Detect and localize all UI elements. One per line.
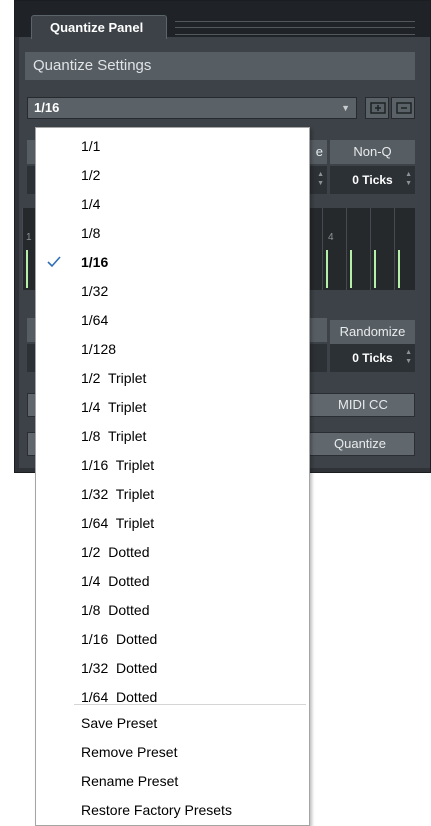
grid-line xyxy=(346,208,347,290)
menu-item-label: 1/64 Dotted xyxy=(81,689,158,705)
randomize-field[interactable]: 0 Ticks ▲ ▼ xyxy=(330,344,415,372)
menu-item[interactable]: 1/64 Triplet xyxy=(37,509,309,538)
menu-item[interactable]: 1/1 xyxy=(37,132,309,161)
menu-item[interactable]: 1/8 Triplet xyxy=(37,422,309,451)
grid-line xyxy=(370,208,371,290)
menu-action-item[interactable]: Rename Preset xyxy=(37,767,309,796)
menu-item[interactable]: 1/64 Dotted xyxy=(37,683,309,712)
menu-item[interactable]: 1/32 Dotted xyxy=(37,654,309,683)
store-preset-button[interactable] xyxy=(365,97,389,119)
menu-item-label: 1/1 xyxy=(81,138,101,154)
grid-tick xyxy=(26,250,28,288)
menu-item-label: 1/16 xyxy=(81,254,109,270)
menu-item-label: 1/8 Dotted xyxy=(81,602,150,618)
non-q-value: 0 Ticks xyxy=(352,173,393,187)
quantize-settings-header[interactable]: Quantize Settings xyxy=(25,52,415,80)
menu-item-label: 1/32 xyxy=(81,283,109,299)
menu-item[interactable]: 1/2 Dotted xyxy=(37,538,309,567)
panel-titlebar: Quantize Panel X xyxy=(15,1,430,39)
grid-line xyxy=(322,208,323,290)
menu-item-label: 1/2 Triplet xyxy=(81,370,147,386)
remove-preset-button[interactable] xyxy=(391,97,415,119)
menu-item[interactable]: 1/32 Triplet xyxy=(37,480,309,509)
grid-tick xyxy=(374,250,376,288)
menu-item-label: 1/64 xyxy=(81,312,109,328)
menu-item-label: 1/16 Dotted xyxy=(81,631,158,647)
randomize-spin-icon[interactable]: ▲ ▼ xyxy=(405,348,412,366)
menu-action-label: Remove Preset xyxy=(81,744,178,760)
quantize-label: Quantize xyxy=(334,436,387,451)
randomize-header: Randomize xyxy=(330,320,415,344)
menu-item-label: 1/4 Triplet xyxy=(81,399,147,415)
grid-line xyxy=(394,208,395,290)
menu-action-item[interactable]: Save Preset xyxy=(37,709,309,738)
menu-item-label: 1/4 Dotted xyxy=(81,573,150,589)
menu-item-label: 1/64 Triplet xyxy=(81,515,155,531)
menu-item-label: 1/8 xyxy=(81,225,101,241)
menu-item[interactable]: 1/16 Dotted xyxy=(37,625,309,654)
menu-item-label: 1/2 Dotted xyxy=(81,544,150,560)
tab-quantize-panel[interactable]: Quantize Panel xyxy=(31,15,167,39)
remove-preset-icon xyxy=(396,102,412,114)
menu-item-label: 1/32 Triplet xyxy=(81,486,155,502)
menu-item-label: 1/128 xyxy=(81,341,117,357)
menu-item[interactable]: 1/4 Triplet xyxy=(37,393,309,422)
menu-item-label: 1/2 xyxy=(81,167,101,183)
menu-item[interactable]: 1/4 xyxy=(37,190,309,219)
swing-header-label: e xyxy=(315,144,323,159)
grid-marker-mid: 4 xyxy=(328,232,334,243)
menu-item[interactable]: 1/16 Triplet xyxy=(37,451,309,480)
menu-separator xyxy=(74,704,306,705)
menu-item[interactable]: 1/32 xyxy=(37,277,309,306)
panel-grip[interactable] xyxy=(175,21,415,35)
checkmark-icon xyxy=(47,256,61,268)
non-q-field[interactable]: 0 Ticks ▲ ▼ xyxy=(330,166,415,194)
menu-item[interactable]: 1/2 Triplet xyxy=(37,364,309,393)
non-q-header: Non-Q xyxy=(330,140,415,164)
menu-action-label: Rename Preset xyxy=(81,773,179,789)
menu-item[interactable]: 1/128 xyxy=(37,335,309,364)
midi-cc-label: MIDI CC xyxy=(338,397,388,412)
menu-item[interactable]: 1/8 Dotted xyxy=(37,596,309,625)
menu-action-label: Restore Factory Presets xyxy=(81,802,232,818)
quantize-preset-menu: 1/1 1/2 1/4 1/8 1/16 1/32 1/64 1/128 1/2 Triplet… xyxy=(35,127,310,826)
grid-marker-left: 1 xyxy=(26,232,32,243)
menu-action-item[interactable]: Restore Factory Presets xyxy=(37,796,309,825)
menu-item[interactable]: 1/64 xyxy=(37,306,309,335)
menu-action-item[interactable]: Remove Preset xyxy=(37,738,309,767)
grid-tick xyxy=(398,250,400,288)
non-q-spin-icon[interactable]: ▲ ▼ xyxy=(405,170,412,188)
menu-item[interactable]: 1/2 xyxy=(37,161,309,190)
menu-item[interactable]: 1/16 xyxy=(37,248,309,277)
menu-item[interactable]: 1/8 xyxy=(37,219,309,248)
menu-item-label: 1/4 xyxy=(81,196,101,212)
chevron-down-icon: ▼ xyxy=(341,103,350,113)
menu-action-label: Save Preset xyxy=(81,715,158,731)
store-preset-icon xyxy=(370,102,386,114)
randomize-value: 0 Ticks xyxy=(352,351,393,365)
preset-select[interactable]: 1/16 ▼ xyxy=(27,97,357,119)
grid-line xyxy=(22,208,23,290)
menu-item-label: 1/32 Dotted xyxy=(81,660,158,676)
grid-tick xyxy=(326,250,328,288)
grid-tick xyxy=(350,250,352,288)
menu-item-label: 1/16 Triplet xyxy=(81,457,155,473)
menu-item-label: 1/8 Triplet xyxy=(81,428,147,444)
preset-select-value: 1/16 xyxy=(34,100,60,115)
swing-spin-icon[interactable]: ▲ ▼ xyxy=(317,170,324,188)
menu-item[interactable]: 1/4 Dotted xyxy=(37,567,309,596)
